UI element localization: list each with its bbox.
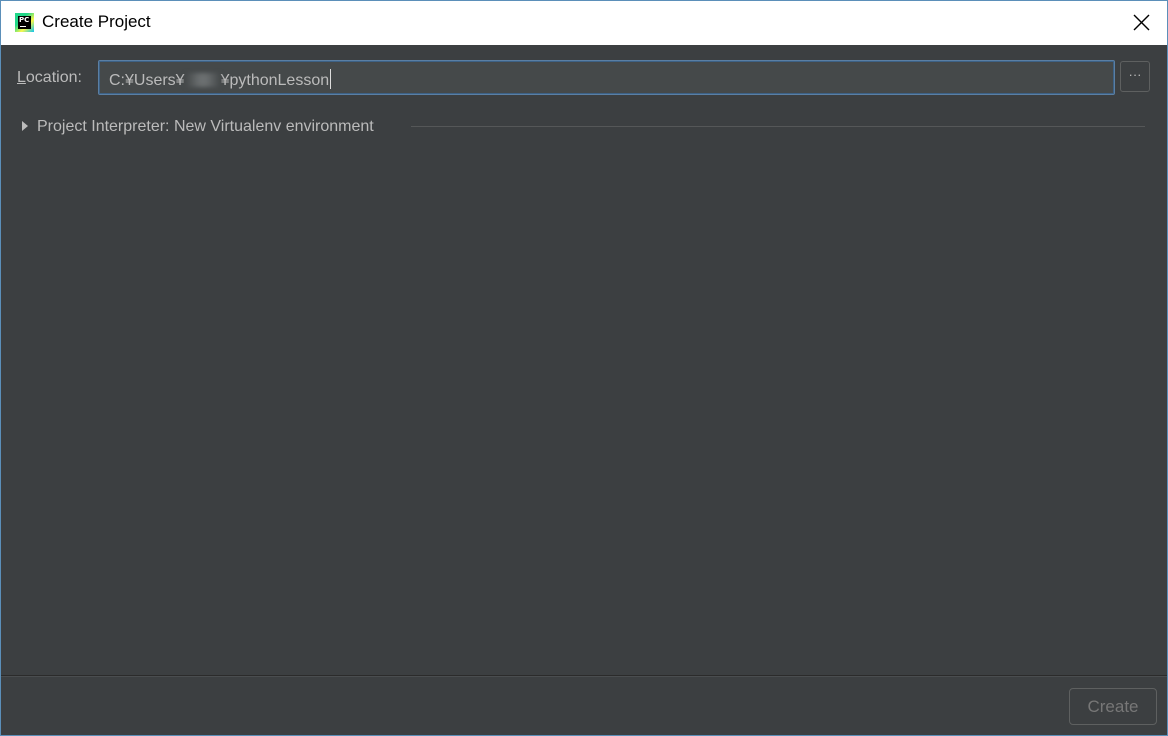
section-divider [411,126,1145,127]
app-icon-text: PC [19,16,30,24]
close-icon [1133,14,1150,31]
footer-divider-highlight [1,676,1167,677]
project-interpreter-section[interactable]: Project Interpreter: New Virtualenv envi… [21,117,1145,137]
create-button[interactable]: Create [1069,688,1157,725]
project-interpreter-label[interactable]: Project Interpreter: New Virtualenv envi… [37,118,374,136]
location-value-suffix: ¥pythonLesson [220,72,330,89]
location-label-mnemonic: L [17,69,26,86]
browse-button[interactable]: ··· [1120,61,1150,92]
location-input[interactable]: C:¥Users¥ ¥pythonLesson [98,60,1115,95]
text-caret [330,69,332,89]
window-title: Create Project [42,12,151,31]
pycharm-app-icon: PC [15,13,34,32]
close-button[interactable] [1129,11,1153,35]
redacted-username [185,73,220,87]
expand-arrow-icon[interactable] [22,121,28,131]
location-input-value: C:¥Users¥ ¥pythonLesson [109,69,332,90]
title-bar: PC Create Project [1,1,1167,45]
location-label: Location: [17,69,82,87]
location-value-prefix: C:¥Users¥ [109,72,185,89]
location-label-rest: ocation: [25,69,82,86]
create-project-dialog: PC Create Project Location: C:¥Users¥ ¥py… [0,0,1168,736]
